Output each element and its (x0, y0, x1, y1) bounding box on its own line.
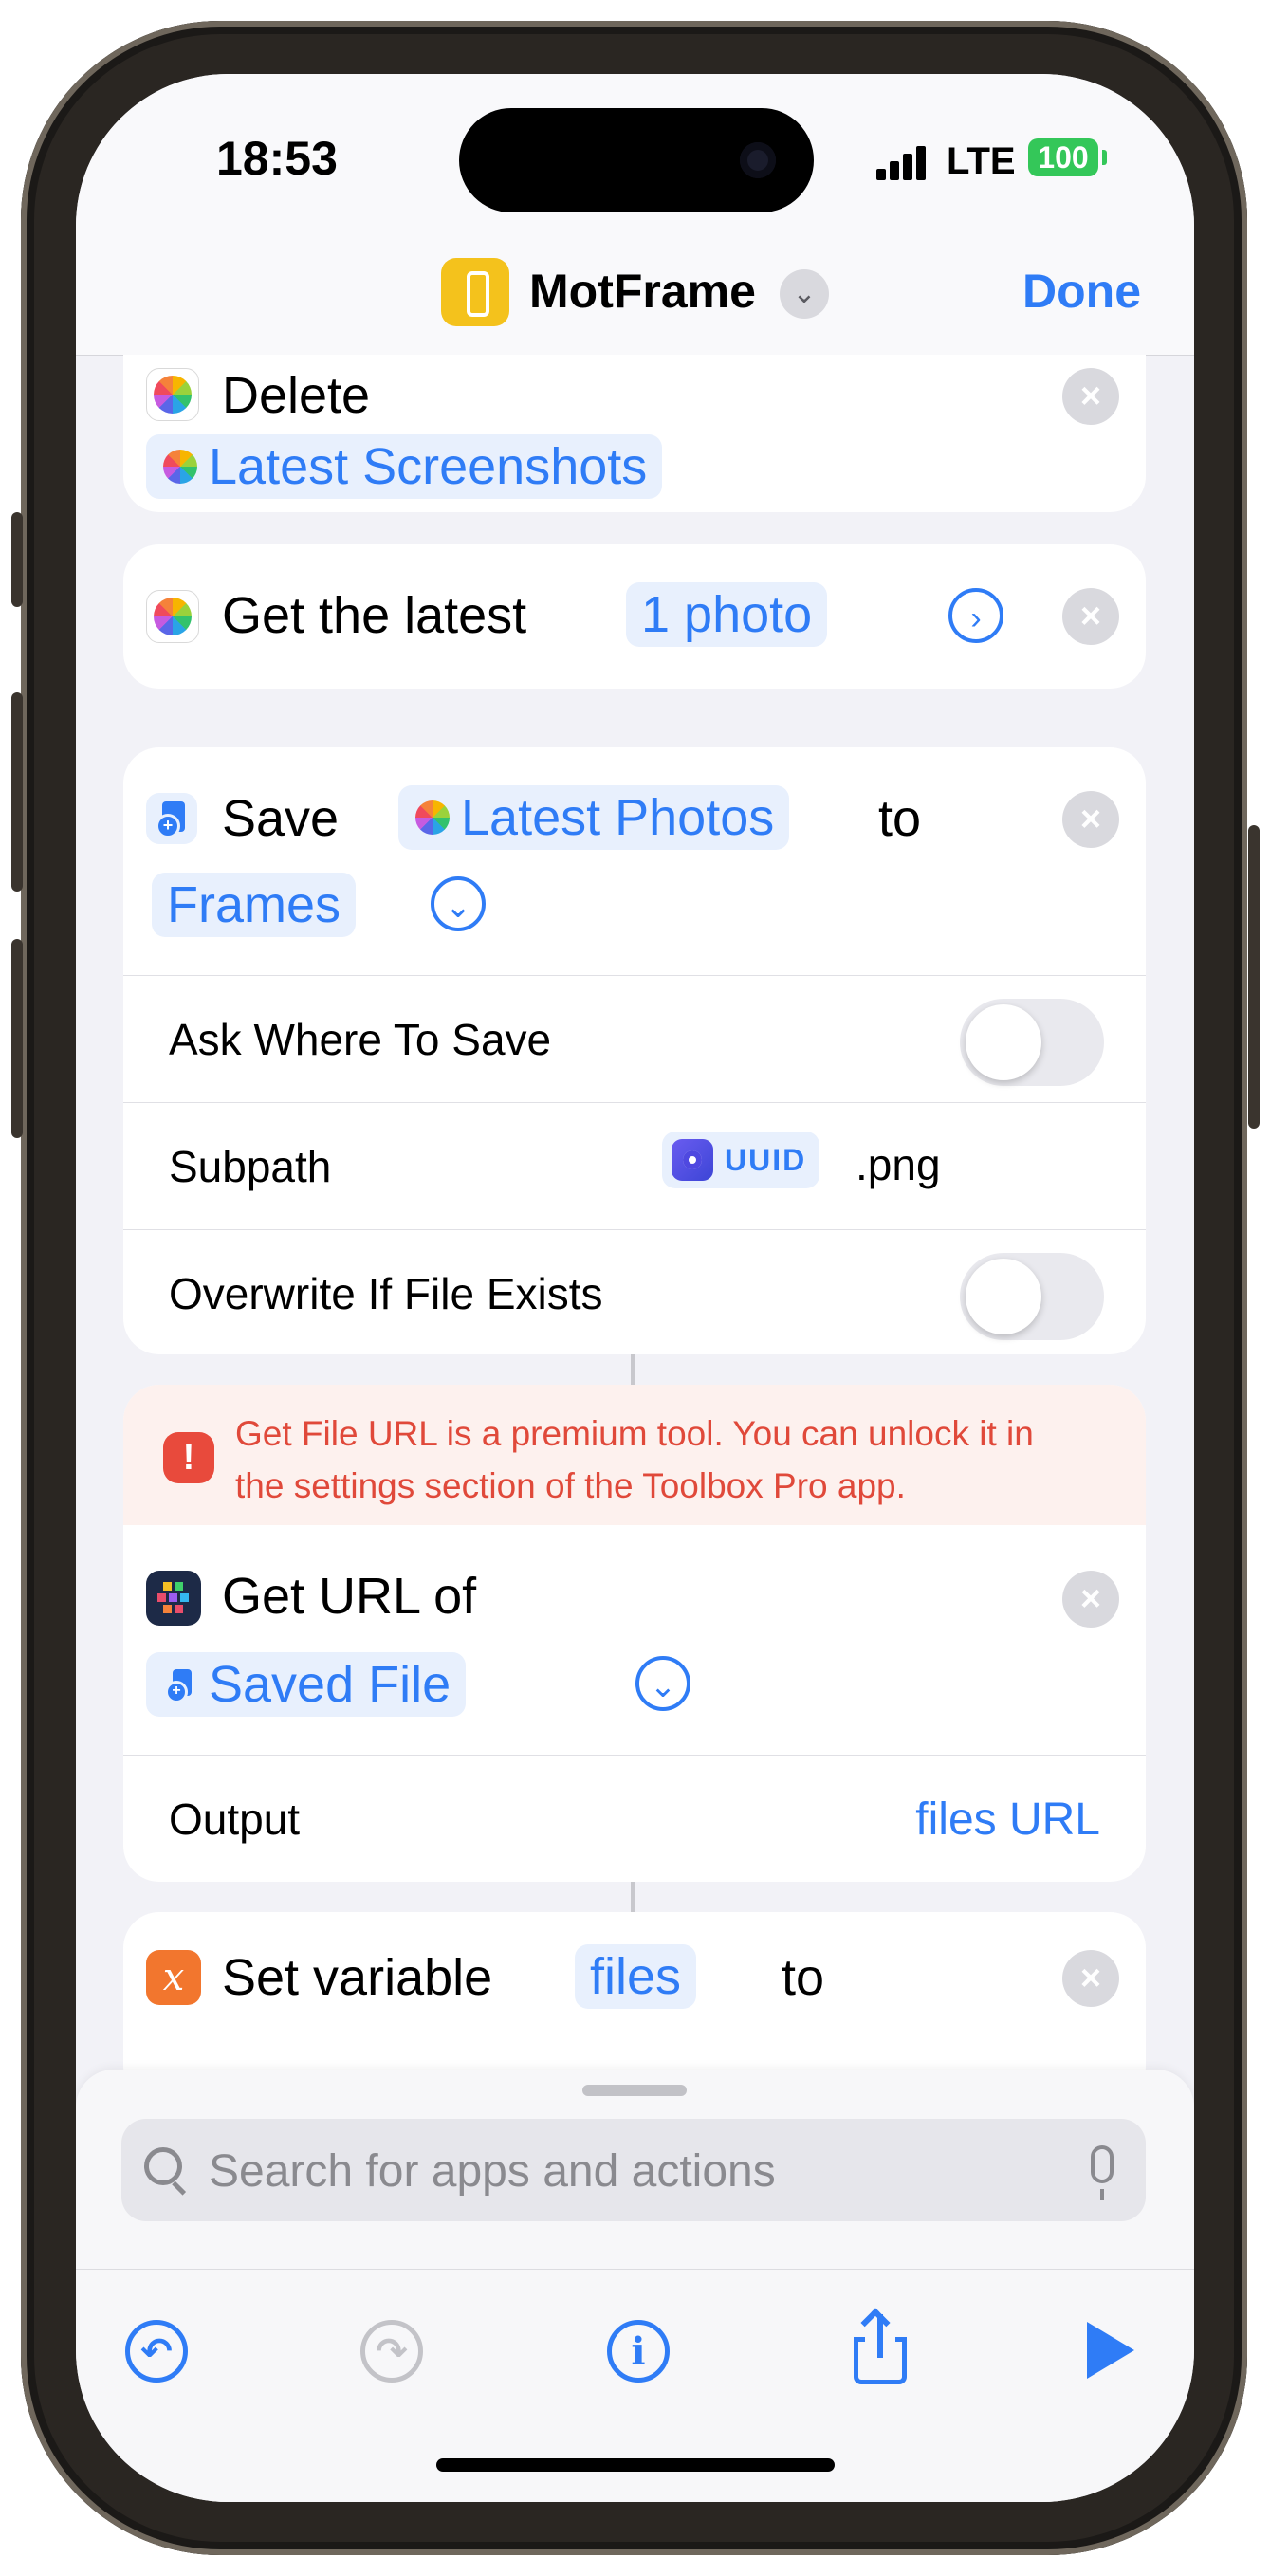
done-button[interactable]: Done (1022, 264, 1141, 319)
token-label: UUID (725, 1143, 807, 1177)
info-icon[interactable]: i (607, 2320, 670, 2383)
action-verb: Save (222, 790, 340, 847)
destination-folder-token[interactable]: Frames (152, 873, 357, 937)
warning-text: Get File URL is a premium tool. You can … (235, 1414, 1034, 1505)
chevron-down-icon[interactable]: ⌄ (431, 876, 486, 931)
chevron-down-icon[interactable]: ⌄ (635, 1656, 690, 1711)
shortcut-title[interactable]: MotFrame (529, 264, 756, 319)
subpath-suffix[interactable]: .png (856, 1139, 941, 1190)
save-action-card: Save Latest Photos to × Frames ⌄ Ask Whe… (123, 747, 1146, 1354)
status-time: 18:53 (216, 132, 338, 185)
save-file-icon (161, 1665, 199, 1703)
latest-screenshots-token[interactable]: Latest Screenshots (146, 434, 663, 499)
warning-icon: ! (163, 1432, 214, 1483)
action-connector: to (878, 790, 922, 847)
photos-icon (146, 368, 199, 421)
side-button-volume-down (11, 939, 23, 1138)
battery-icon: 100 (1028, 138, 1098, 176)
action-search-sheet: ↶ ↷ i (76, 2070, 1194, 2502)
setting-label: Output (169, 1794, 301, 1844)
home-indicator (436, 2458, 835, 2472)
variable-icon: x (146, 1950, 201, 2005)
shortcut-icon[interactable] (441, 258, 509, 326)
chevron-right-icon[interactable]: › (948, 588, 1003, 643)
get-latest-action-card: Get the latest 1 photo › × (123, 544, 1146, 689)
share-icon[interactable] (854, 2312, 907, 2384)
setting-label: Ask Where To Save (169, 1015, 552, 1064)
action-connector: to (782, 1949, 825, 2006)
side-button-volume-up (11, 692, 23, 892)
side-button-action (11, 512, 23, 607)
redo-icon[interactable]: ↷ (360, 2320, 423, 2383)
get-url-action-card: ! Get File URL is a premium tool. You ca… (123, 1385, 1146, 1882)
setting-label: Overwrite If File Exists (169, 1269, 603, 1318)
premium-warning: ! Get File URL is a premium tool. You ca… (123, 1385, 1146, 1525)
action-connector-line (631, 1882, 635, 1912)
token-label: Latest Screenshots (209, 438, 648, 495)
latest-photos-token[interactable]: Latest Photos (398, 785, 790, 850)
remove-action-icon[interactable]: × (1062, 1571, 1119, 1628)
variable-name-token[interactable]: files (575, 1944, 697, 2009)
action-connector-line (631, 1354, 635, 1385)
overwrite-row: Overwrite If File Exists (123, 1229, 1146, 1357)
photos-icon (146, 590, 199, 643)
remove-action-icon[interactable]: × (1062, 791, 1119, 848)
photos-icon (161, 448, 199, 486)
sheet-grabber[interactable] (582, 2085, 687, 2096)
search-icon (144, 2147, 182, 2185)
toolbox-pro-icon (146, 1571, 201, 1626)
output-row: Output files URL (123, 1755, 1146, 1883)
output-variable-name[interactable]: files URL (915, 1794, 1100, 1846)
microphone-icon[interactable] (1091, 2145, 1114, 2200)
action-verb: Set variable (222, 1949, 493, 2006)
dynamic-island (459, 108, 814, 212)
action-list: Delete × Latest Screenshots Get the late… (76, 355, 1194, 2153)
phone-screen: 18:53 LTE 100 MotFrame ⌄ Done Delete × L… (76, 74, 1194, 2502)
photos-icon (414, 799, 451, 837)
overwrite-toggle[interactable] (960, 1253, 1104, 1340)
undo-icon[interactable]: ↶ (125, 2320, 188, 2383)
action-verb: Get the latest (222, 587, 527, 644)
delete-action-card: Delete × Latest Screenshots (123, 355, 1146, 512)
divider (76, 2269, 1194, 2270)
photo-count-token[interactable]: 1 photo (626, 582, 828, 647)
action-verb: Get URL of (222, 1568, 477, 1625)
save-file-icon (146, 793, 197, 844)
ask-where-to-save-toggle[interactable] (960, 999, 1104, 1086)
remove-action-icon[interactable]: × (1062, 588, 1119, 645)
setting-label: Subpath (169, 1142, 332, 1191)
uuid-icon (672, 1139, 713, 1181)
token-label: Latest Photos (461, 789, 775, 846)
search-box[interactable] (121, 2119, 1146, 2221)
subpath-row: Subpath UUID .png (123, 1102, 1146, 1230)
play-icon[interactable] (1087, 2322, 1134, 2379)
ask-where-to-save-row: Ask Where To Save (123, 975, 1146, 1103)
remove-action-icon[interactable]: × (1062, 368, 1119, 425)
token-label: Saved File (209, 1656, 451, 1713)
saved-file-token[interactable]: Saved File (146, 1652, 467, 1717)
uuid-variable-token[interactable]: UUID (662, 1132, 820, 1188)
remove-action-icon[interactable]: × (1062, 1950, 1119, 2007)
camera-icon (740, 142, 776, 178)
battery-nub (1102, 150, 1107, 165)
signal-icon (876, 144, 931, 180)
search-input[interactable] (209, 2145, 1043, 2198)
side-button-power (1248, 825, 1260, 1129)
header: 18:53 LTE 100 MotFrame ⌄ Done (76, 74, 1194, 356)
chevron-down-icon[interactable]: ⌄ (780, 269, 829, 319)
action-verb: Delete (222, 367, 371, 424)
network-label: LTE (947, 140, 1016, 182)
